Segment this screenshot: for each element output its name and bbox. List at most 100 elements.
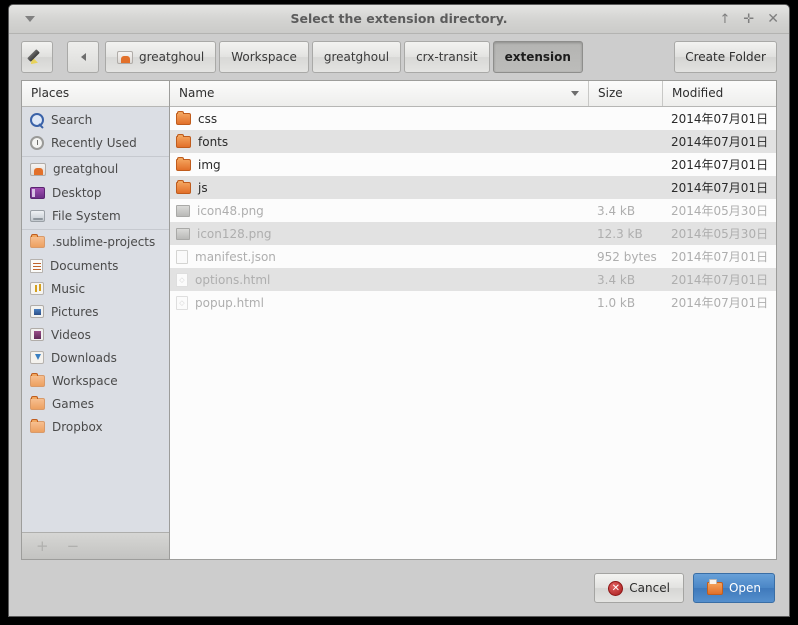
videos-icon xyxy=(30,328,44,341)
sidebar-item-desktop[interactable]: Desktop xyxy=(22,181,169,204)
pictures-icon xyxy=(30,305,44,318)
file-size-cell: 1.0 kB xyxy=(597,295,636,310)
open-folder-icon xyxy=(706,578,723,595)
table-row[interactable]: css 2014年07月01日 xyxy=(170,107,776,130)
close-button[interactable]: ✕ xyxy=(767,12,779,26)
sidebar-item-recently-used[interactable]: Recently Used xyxy=(22,131,169,154)
sidebar-item-games[interactable]: Games xyxy=(22,392,169,415)
sidebar-item-label: Dropbox xyxy=(52,419,103,434)
sidebar-item-greatghoul[interactable]: greatghoul xyxy=(22,156,169,181)
breadcrumb-item-home[interactable]: greatghoul xyxy=(105,41,217,73)
column-header-size[interactable]: Size xyxy=(588,81,662,106)
file-name-cell: js xyxy=(170,179,588,195)
search-icon xyxy=(30,112,44,127)
dialog-content: Places Search Recently Used greatghoul D… xyxy=(9,80,789,560)
remove-bookmark-button[interactable]: − xyxy=(67,537,80,555)
sidebar-item-music[interactable]: Music xyxy=(22,277,169,300)
close-circle-icon: ✕ xyxy=(608,580,624,596)
places-footer: + − xyxy=(22,532,169,559)
breadcrumb-label: crx-transit xyxy=(416,50,478,64)
table-row[interactable]: fonts 2014年07月01日 xyxy=(170,130,776,153)
shade-button[interactable]: ↑ xyxy=(719,13,730,26)
breadcrumb-label: extension xyxy=(504,50,571,64)
file-name-cell: ◇ popup.html xyxy=(170,295,588,310)
window-controls: ↑ ✛ ✕ xyxy=(719,5,779,33)
path-scroll-left-button[interactable] xyxy=(67,41,99,73)
sidebar-item-label: greatghoul xyxy=(53,162,119,176)
file-name-cell: ◇ options.html xyxy=(170,272,588,287)
image-file-icon xyxy=(176,227,190,240)
cancel-label: Cancel xyxy=(629,581,670,595)
file-modified-cell: 2014年07月01日 xyxy=(671,112,769,126)
disk-icon xyxy=(30,209,45,222)
table-row: ◇ options.html 3.4 kB 2014年07月01日 xyxy=(170,268,776,291)
table-row[interactable]: img 2014年07月01日 xyxy=(170,153,776,176)
add-bookmark-button[interactable]: + xyxy=(36,537,49,555)
sidebar-item-label: Recently Used xyxy=(51,135,137,150)
breadcrumb: greatghoul Workspace greatghoul crx-tran… xyxy=(105,41,583,73)
sidebar-item-workspace[interactable]: Workspace xyxy=(22,369,169,392)
chevron-left-icon xyxy=(80,53,86,61)
sidebar-item-downloads[interactable]: Downloads xyxy=(22,346,169,369)
open-label: Open xyxy=(728,581,761,595)
file-size-cell: 3.4 kB xyxy=(597,272,636,287)
create-folder-label: Create Folder xyxy=(685,50,766,64)
table-row[interactable]: js 2014年07月01日 xyxy=(170,176,776,199)
path-toolbar: greatghoul Workspace greatghoul crx-tran… xyxy=(9,34,789,80)
breadcrumb-item-crx-transit[interactable]: crx-transit xyxy=(404,41,490,73)
breadcrumb-item-extension[interactable]: extension xyxy=(492,41,583,73)
sidebar-item-label: Search xyxy=(51,112,93,127)
places-sidebar: Places Search Recently Used greatghoul D… xyxy=(21,80,169,560)
sidebar-item-file-system[interactable]: File System xyxy=(22,204,169,227)
breadcrumb-item-workspace[interactable]: Workspace xyxy=(219,41,309,73)
sidebar-item-documents[interactable]: Documents xyxy=(22,254,169,277)
home-folder-icon xyxy=(30,162,46,176)
file-name-cell: icon128.png xyxy=(170,227,588,241)
sidebar-item-sublime-projects[interactable]: .sublime-projects xyxy=(22,229,169,254)
column-header-modified-label: Modified xyxy=(672,86,724,100)
sort-caret-icon xyxy=(571,91,579,96)
folder-icon xyxy=(30,372,45,387)
column-header-modified[interactable]: Modified xyxy=(662,81,776,106)
places-header: Places xyxy=(22,81,169,107)
file-list-header: Name Size Modified xyxy=(170,81,776,107)
create-folder-button[interactable]: Create Folder xyxy=(674,41,777,73)
sidebar-item-label: Desktop xyxy=(52,185,102,200)
documents-icon xyxy=(30,258,43,273)
type-filename-button[interactable] xyxy=(21,41,53,73)
table-row: manifest.json 952 bytes 2014年07月01日 xyxy=(170,245,776,268)
open-button[interactable]: Open xyxy=(692,573,775,603)
file-modified-cell: 2014年05月30日 xyxy=(671,227,769,241)
places-list: Search Recently Used greatghoul Desktop … xyxy=(22,107,169,532)
file-modified-cell: 2014年07月01日 xyxy=(671,250,769,264)
music-icon xyxy=(30,282,44,295)
file-list-body: css 2014年07月01日 fonts 2014年07月01日 img 20… xyxy=(170,107,776,559)
cancel-button[interactable]: ✕ Cancel xyxy=(594,573,684,603)
sidebar-item-search[interactable]: Search xyxy=(22,108,169,131)
breadcrumb-label: greatghoul xyxy=(139,50,205,64)
sidebar-item-label: Documents xyxy=(50,258,119,273)
file-modified-cell: 2014年05月30日 xyxy=(671,204,769,218)
sidebar-item-label: Music xyxy=(51,281,86,296)
file-modified-cell: 2014年07月01日 xyxy=(671,135,769,149)
file-modified-cell: 2014年07月01日 xyxy=(671,181,769,195)
sidebar-item-videos[interactable]: Videos xyxy=(22,323,169,346)
file-size-cell: 952 bytes xyxy=(597,249,657,264)
file-list: Name Size Modified css 2014年07月01日 fonts… xyxy=(169,80,777,560)
sidebar-item-dropbox[interactable]: Dropbox xyxy=(22,415,169,438)
maximize-button[interactable]: ✛ xyxy=(743,13,754,26)
file-name-label: img xyxy=(198,157,221,172)
column-header-name[interactable]: Name xyxy=(170,81,588,106)
file-name-cell: css xyxy=(170,110,588,126)
file-name-cell: fonts xyxy=(170,133,588,149)
breadcrumb-item-greatghoul[interactable]: greatghoul xyxy=(311,41,402,73)
sidebar-item-label: File System xyxy=(52,208,121,223)
html-file-icon: ◇ xyxy=(176,295,188,310)
dialog-footer: ✕ Cancel Open xyxy=(9,560,789,616)
sidebar-item-pictures[interactable]: Pictures xyxy=(22,300,169,323)
document-file-icon xyxy=(176,249,188,264)
file-size-cell: 3.4 kB xyxy=(597,203,636,218)
file-name-label: js xyxy=(198,180,208,195)
sidebar-item-label: Workspace xyxy=(52,373,118,388)
home-folder-icon xyxy=(117,50,133,64)
